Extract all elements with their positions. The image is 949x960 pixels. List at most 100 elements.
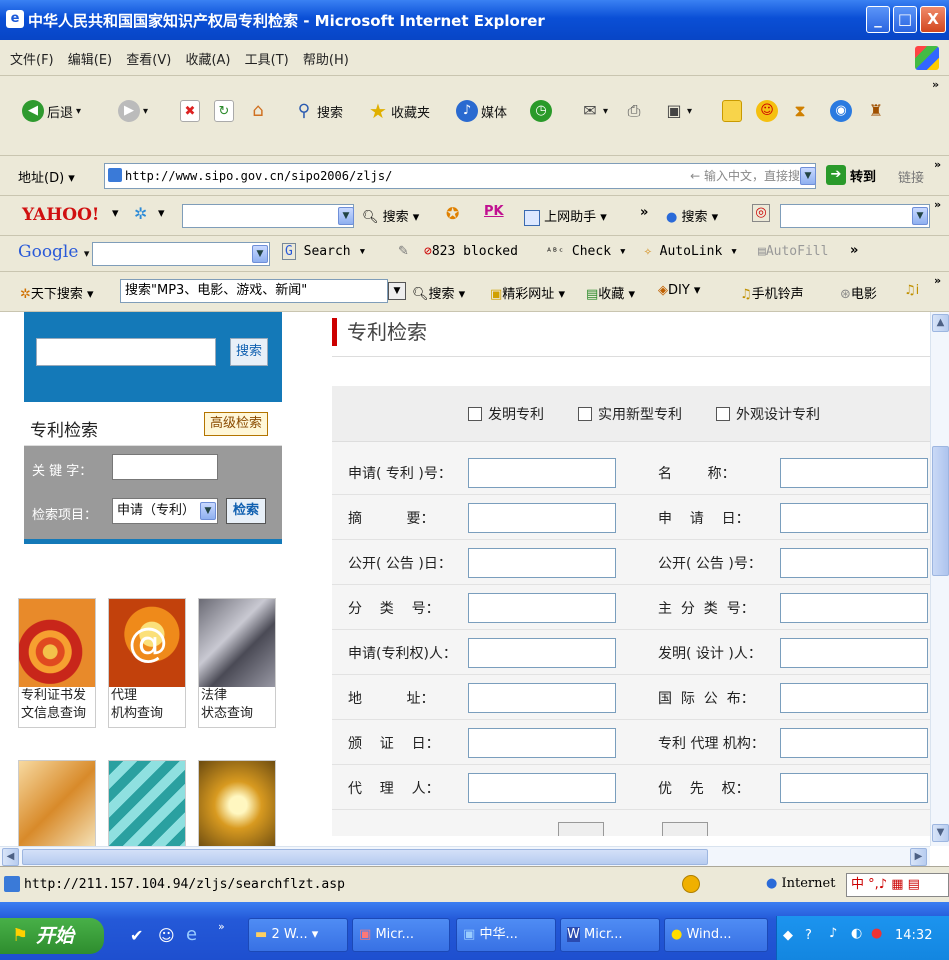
inventor-input[interactable]	[780, 638, 928, 668]
bell-icon[interactable]: ✪	[446, 204, 459, 223]
reset-button[interactable]	[662, 822, 708, 836]
scroll-up-icon[interactable]: ▲	[932, 314, 949, 332]
note-icon[interactable]	[722, 100, 742, 122]
favorites-button[interactable]: ★ 收藏夹	[368, 100, 430, 122]
invention-checkbox[interactable]: 发明专利	[468, 404, 544, 424]
google-search-input[interactable]	[92, 242, 270, 266]
publication-number-input[interactable]	[780, 548, 928, 578]
yahoo-url-dropdown-icon[interactable]: ▼	[912, 207, 928, 225]
name-input[interactable]	[780, 458, 928, 488]
application-number-input[interactable]	[468, 458, 616, 488]
scroll-thumb[interactable]	[932, 446, 949, 576]
research-icon[interactable]: ♜	[866, 100, 886, 122]
flower-icon[interactable]: ✲	[134, 204, 147, 223]
horizontal-scrollbar[interactable]: ◀ ▶	[0, 846, 930, 866]
close-button[interactable]: X	[920, 6, 946, 33]
ie-quick-icon[interactable]: e	[186, 924, 197, 945]
minimize-button[interactable]: _	[866, 6, 890, 33]
assistant-button[interactable]: 上网助手 ▾	[524, 206, 607, 226]
task-ie[interactable]: ▣ 中华...	[456, 918, 556, 952]
tray-sync-icon[interactable]: ◐	[851, 926, 862, 941]
applicant-input[interactable]	[468, 638, 616, 668]
print-icon[interactable]: ⎙	[624, 100, 644, 122]
popup-blocker[interactable]: ⊘823 blocked	[424, 244, 518, 259]
search-button[interactable]: ⚲ 搜索	[294, 100, 343, 122]
agency-query-tile[interactable]: @ 代理 机构查询	[108, 598, 186, 728]
target-icon[interactable]: ◎	[752, 204, 770, 222]
task-windows[interactable]: ● Wind...	[664, 918, 768, 952]
info-icon[interactable]: ◉	[830, 100, 852, 122]
task-word[interactable]: W Micr...	[560, 918, 660, 952]
mail-icon[interactable]: ✉	[580, 100, 600, 122]
autofill-button[interactable]: ▤AutoFill	[758, 244, 828, 259]
maximize-button[interactable]: □	[893, 6, 917, 33]
music-icon[interactable]: ♫i	[904, 283, 919, 298]
classification-input[interactable]	[468, 593, 616, 623]
messenger-icon[interactable]: ☺	[756, 100, 778, 122]
submit-button[interactable]	[558, 822, 604, 836]
warning-icon[interactable]	[682, 875, 700, 893]
legal-status-tile[interactable]: 法律 状态查询	[198, 598, 276, 728]
light-tile[interactable]	[198, 760, 276, 846]
menu-help[interactable]: 帮助(H)	[303, 49, 349, 68]
certification-date-input[interactable]	[468, 728, 616, 758]
yahoo-search2-button[interactable]: ● 搜索 ▾	[666, 206, 718, 225]
stop-icon[interactable]: ✖	[180, 100, 200, 122]
address-dropdown-icon[interactable]: ▼	[800, 167, 816, 185]
yahoo-search-input[interactable]	[182, 204, 354, 228]
back-button[interactable]: ◀ 后退 ▾	[22, 100, 81, 122]
clock[interactable]: 14:32	[895, 928, 932, 943]
agent-input[interactable]	[468, 773, 616, 803]
tianxia-search-button[interactable]: 🔍︎搜索 ▾	[412, 283, 465, 302]
edit-icon[interactable]: ▣	[664, 100, 684, 122]
tray-help-icon[interactable]: ?	[805, 928, 812, 943]
yahoo-dropdown-icon[interactable]: ▼	[338, 207, 354, 225]
quicklaunch-overflow-icon[interactable]: »	[218, 920, 225, 933]
main-classification-input[interactable]	[780, 593, 928, 623]
menu-view[interactable]: 查看(V)	[126, 49, 171, 68]
task-explorer[interactable]: ▬ 2 W... ▾	[248, 918, 348, 952]
keyword-input[interactable]	[112, 454, 218, 480]
address-input[interactable]: http://www.sipo.gov.cn/sipo2006/zljs/ ← …	[104, 163, 816, 189]
pen-tile[interactable]	[18, 760, 96, 846]
design-checkbox[interactable]: 外观设计专利	[716, 404, 820, 424]
bookmark-button[interactable]: ▤收藏 ▾	[586, 283, 635, 302]
priority-input[interactable]	[780, 773, 928, 803]
autolink-button[interactable]: ✧ AutoLink ▾	[644, 244, 738, 259]
keyboard-tile[interactable]	[108, 760, 186, 846]
sites-button[interactable]: ▣精彩网址 ▾	[490, 283, 565, 302]
abstract-input[interactable]	[468, 503, 616, 533]
tool-icon[interactable]: ⧗	[790, 100, 810, 122]
yahoo-logo[interactable]: YAHOO!	[22, 205, 99, 225]
spell-check-button[interactable]: ᴬᴮᶜ Check ▾	[546, 244, 627, 259]
menu-favorites[interactable]: 收藏(A)	[185, 49, 230, 68]
quick-search-button[interactable]: 检索	[226, 498, 266, 524]
task-ppt[interactable]: ▣ Micr...	[352, 918, 450, 952]
h-scroll-thumb[interactable]	[22, 849, 708, 865]
go-button[interactable]: ➔ 转到	[826, 165, 876, 185]
media-button[interactable]: ♪ 媒体	[456, 100, 507, 122]
search-item-select[interactable]: 申请（专利） ▼	[112, 498, 218, 524]
scroll-right-icon[interactable]: ▶	[910, 848, 927, 866]
google-dropdown-icon[interactable]: ▼	[252, 245, 268, 263]
pk-button[interactable]: PK	[484, 204, 504, 219]
history-icon[interactable]: ◷	[530, 100, 552, 122]
links-button[interactable]: 链接	[898, 167, 924, 186]
intl-publication-input[interactable]	[780, 683, 928, 713]
scroll-left-icon[interactable]: ◀	[2, 848, 19, 866]
tray-network-icon[interactable]: ◆	[783, 928, 793, 943]
toolbar-overflow-icon[interactable]: »	[932, 78, 939, 91]
quicklaunch-icon[interactable]: ✔	[130, 926, 143, 945]
start-button[interactable]: ⚑ 开始	[0, 918, 104, 954]
movie-button[interactable]: ⊛电影	[840, 283, 877, 302]
advanced-search-button[interactable]: 高级检索	[204, 412, 268, 436]
publication-date-input[interactable]	[468, 548, 616, 578]
diy-button[interactable]: ◈DIY ▾	[658, 283, 700, 298]
site-search-input[interactable]	[36, 338, 216, 366]
menu-tools[interactable]: 工具(T)	[245, 49, 289, 68]
forward-button[interactable]: ▶ ▾	[118, 100, 148, 122]
ringtone-button[interactable]: ♫手机铃声	[740, 283, 804, 302]
agency-input[interactable]	[780, 728, 928, 758]
site-search-button[interactable]: 搜索	[230, 338, 268, 366]
menu-edit[interactable]: 编辑(E)	[68, 49, 112, 68]
